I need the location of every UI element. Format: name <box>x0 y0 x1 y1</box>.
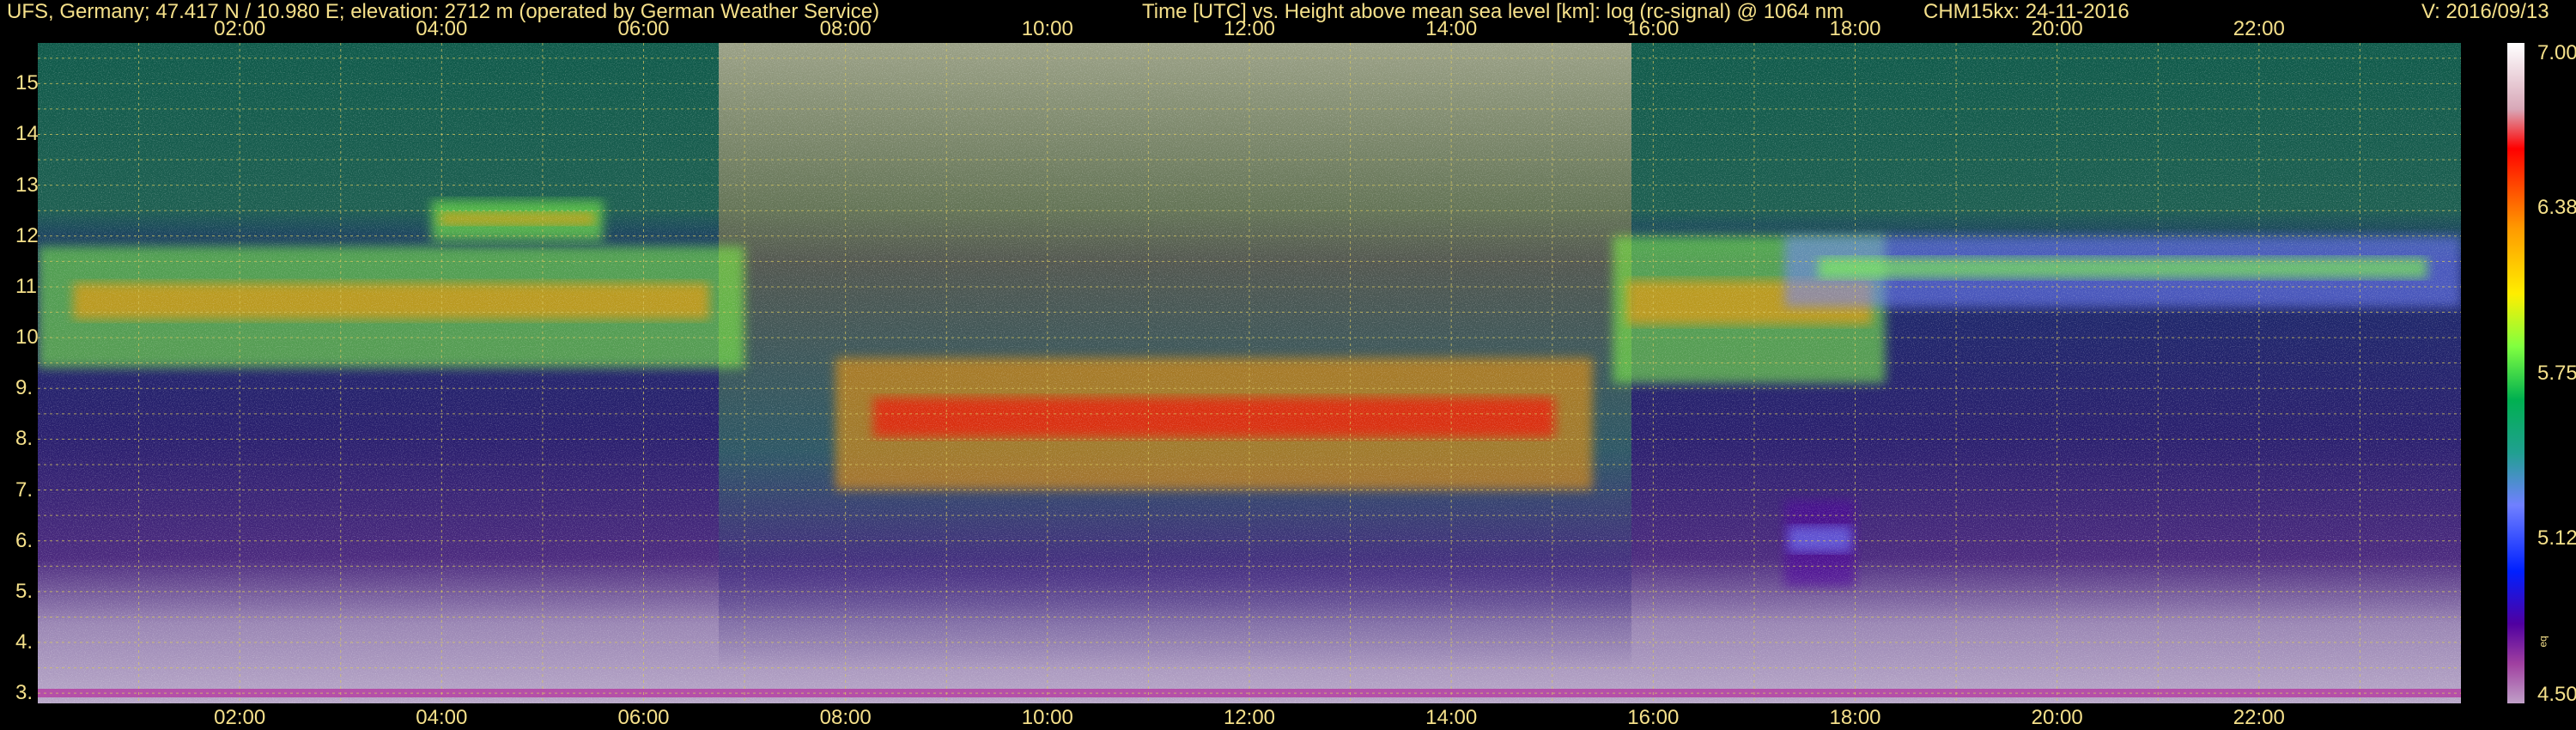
y-tick: 8. <box>15 427 33 451</box>
x-tick-bottom: 08:00 <box>819 706 872 729</box>
backscatter-plot <box>38 43 2461 703</box>
x-tick-bottom: 16:00 <box>1627 706 1680 729</box>
colorbar <box>2507 43 2524 703</box>
y-tick: 10. <box>15 325 45 350</box>
x-tick-bottom: 04:00 <box>416 706 468 729</box>
colorbar-tick: 7.00 <box>2537 41 2576 64</box>
y-tick: 9. <box>15 376 33 400</box>
x-tick-bottom: 22:00 <box>2233 706 2285 729</box>
x-tick-top: 20:00 <box>2031 17 2083 40</box>
x-tick-top: 02:00 <box>214 17 266 40</box>
y-tick: 7. <box>15 478 33 502</box>
y-tick: 11. <box>15 274 43 298</box>
colorbar-tick: 5.75 <box>2537 361 2576 385</box>
y-tick: 6. <box>15 528 33 552</box>
x-tick-bottom: 20:00 <box>2031 706 2083 729</box>
x-tick-top: 08:00 <box>819 17 872 40</box>
x-tick-bottom: 02:00 <box>214 706 266 729</box>
x-tick-bottom: 18:00 <box>1829 706 1881 729</box>
x-tick-top: 12:00 <box>1223 17 1276 40</box>
x-tick-top: 16:00 <box>1627 17 1680 40</box>
version-label: V: 2016/09/13 <box>2421 0 2549 23</box>
y-tick: 15. <box>15 71 45 95</box>
y-tick: 14. <box>15 122 45 146</box>
x-tick-top: 22:00 <box>2233 17 2285 40</box>
x-tick-top: 06:00 <box>617 17 670 40</box>
x-tick-top: 18:00 <box>1829 17 1881 40</box>
y-tick: 12. <box>15 223 45 247</box>
x-tick-bottom: 12:00 <box>1223 706 1276 729</box>
colorbar-gradient <box>2507 43 2524 703</box>
x-tick-top: 10:00 <box>1021 17 1073 40</box>
x-tick-top: 04:00 <box>416 17 468 40</box>
y-tick: 4. <box>15 630 33 654</box>
colorbar-tick: 4.50 <box>2537 683 2576 706</box>
y-tick: 13. <box>15 173 45 197</box>
backscatter-heatmap <box>38 43 2461 703</box>
x-tick-bottom: 06:00 <box>617 706 670 729</box>
colorbar-tick: 5.12 <box>2537 526 2576 550</box>
x-tick-bottom: 14:00 <box>1425 706 1478 729</box>
instrument-date: CHM15kx: 24-11-2016 <box>1923 0 2129 23</box>
colorbar-tick: 6.38 <box>2537 196 2576 220</box>
x-tick-bottom: 10:00 <box>1021 706 1073 729</box>
y-tick: 3. <box>15 681 33 705</box>
x-tick-top: 14:00 <box>1425 17 1478 40</box>
y-tick: 5. <box>15 579 33 603</box>
colorbar-sublabel: eq <box>2537 636 2549 648</box>
